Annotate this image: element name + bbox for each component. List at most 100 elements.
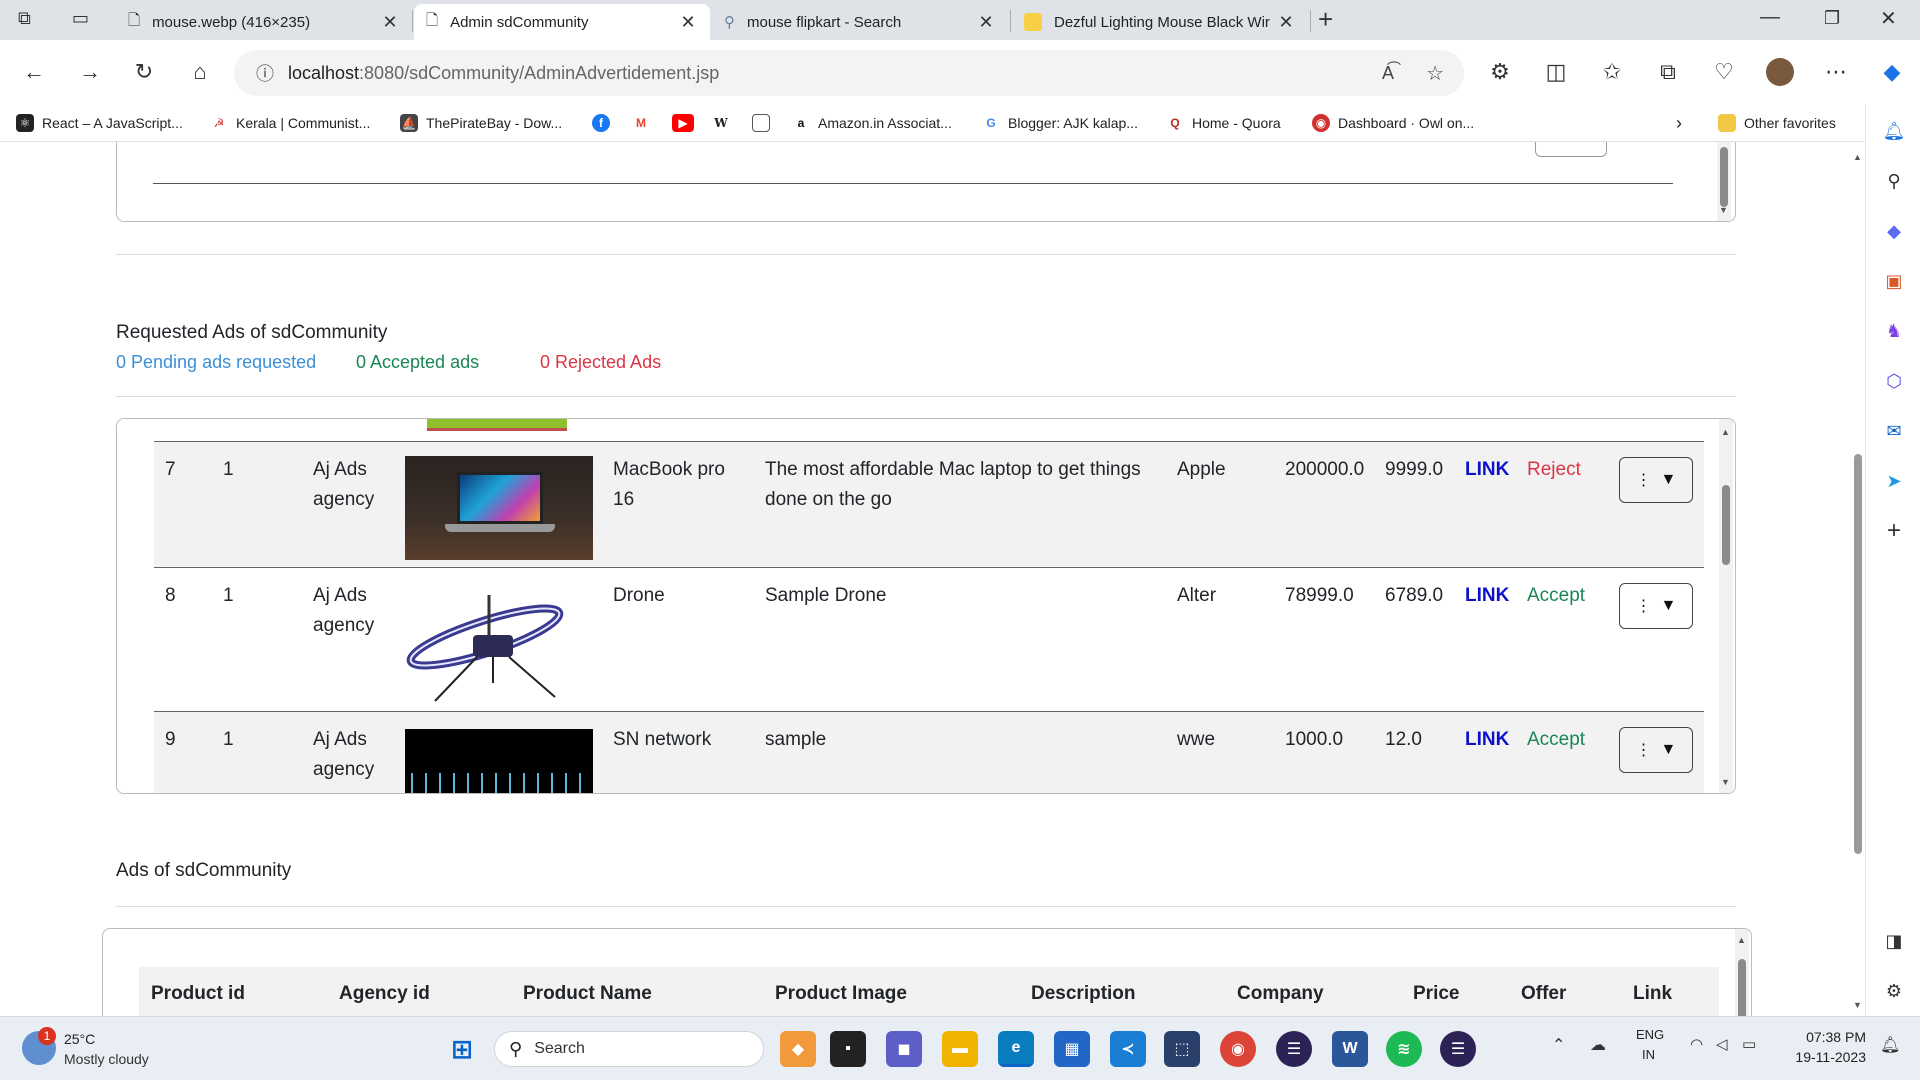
requested-table-scrollbar[interactable]: ▲ ▼ — [1719, 419, 1733, 793]
chrome-icon[interactable]: ◉ — [1220, 1031, 1256, 1067]
close-tab-icon[interactable]: ✕ — [1276, 12, 1296, 33]
tab-actions-icon[interactable]: ▭ — [72, 8, 100, 36]
tab-mouse-webp[interactable]: 🗋 mouse.webp (416×235) ✕ — [116, 4, 412, 40]
bookmark-youtube[interactable]: ▶ — [672, 112, 702, 134]
other-favorites[interactable]: Other favorites — [1718, 112, 1836, 134]
bookmark-gmail[interactable]: M — [632, 112, 658, 134]
bookmarks-overflow-icon[interactable]: › — [1676, 112, 1682, 134]
edge-icon[interactable]: e — [998, 1031, 1034, 1067]
url-text[interactable]: localhost:8080/sdCommunity/AdminAdvertid… — [288, 63, 719, 84]
browser-essentials-icon[interactable]: ♡ — [1702, 50, 1746, 94]
sidebar-panel-icon[interactable]: ◨ — [1881, 928, 1907, 954]
teams-icon[interactable]: ◼ — [886, 1031, 922, 1067]
copilot-preview-icon[interactable]: ◆ — [780, 1031, 816, 1067]
accept-button[interactable]: Accept — [1527, 725, 1585, 755]
header-agency-id: Agency id — [339, 983, 430, 1004]
split-screen-icon[interactable]: ◫ — [1534, 50, 1578, 94]
favorites-icon[interactable]: ✩ — [1590, 50, 1634, 94]
bookmark-page[interactable] — [752, 112, 778, 134]
row-link[interactable]: LINK — [1465, 455, 1509, 485]
row-price: 1000.0 — [1285, 729, 1344, 750]
file-explorer-icon[interactable]: ▬ — [942, 1031, 978, 1067]
minimize-icon[interactable]: — — [1760, 6, 1780, 29]
accept-button[interactable]: Accept — [1527, 581, 1585, 611]
tab-mouse-flipkart-search[interactable]: ⚲ mouse flipkart - Search ✕ — [712, 4, 1008, 40]
bookmark-kerala[interactable]: ☭ Kerala | Communist... — [210, 112, 370, 134]
settings-icon[interactable]: ⚙ — [1881, 978, 1907, 1004]
bookmark-amazon[interactable]: a Amazon.in Associat... — [792, 112, 952, 134]
profile-avatar[interactable] — [1758, 50, 1802, 94]
ads-table-scrollbar[interactable]: ▲ — [1735, 929, 1749, 1016]
bookmark-quora[interactable]: Q Home - Quora — [1166, 112, 1281, 134]
eclipse-2-icon[interactable]: ☰ — [1440, 1031, 1476, 1067]
volume-icon[interactable]: ◁ — [1716, 1035, 1728, 1053]
collections-icon[interactable]: ⧉ — [1646, 50, 1690, 94]
store-icon[interactable]: ▦ — [1054, 1031, 1090, 1067]
notifications-bell-icon[interactable]: 🔔︎ — [1880, 1035, 1900, 1055]
row-link[interactable]: LINK — [1465, 581, 1509, 611]
tag-icon[interactable]: ◆ — [1881, 218, 1907, 244]
row-agency-id: 1 — [223, 729, 234, 750]
bookmark-blogger[interactable]: G Blogger: AJK kalap... — [982, 112, 1138, 134]
toolbox-icon[interactable]: ▣ — [1881, 268, 1907, 294]
close-window-icon[interactable]: ✕ — [1880, 6, 1897, 31]
row-actions-dropdown[interactable]: ⋮ ▼ — [1619, 457, 1693, 503]
language-eng[interactable]: ENG — [1636, 1027, 1664, 1042]
read-aloud-icon[interactable]: A͡ — [1382, 63, 1394, 84]
refresh-icon[interactable]: ↻ — [122, 50, 166, 94]
close-tab-icon[interactable]: ✕ — [976, 12, 996, 33]
new-tab-icon[interactable]: + — [1318, 4, 1333, 35]
wifi-icon[interactable]: ◠ — [1690, 1035, 1703, 1053]
onedrive-icon[interactable]: ☁ — [1590, 1035, 1606, 1055]
chess-icon[interactable]: ♞ — [1881, 318, 1907, 344]
close-tab-icon[interactable]: ✕ — [678, 12, 698, 33]
close-tab-icon[interactable]: ✕ — [380, 12, 400, 33]
top-card-scrollbar[interactable]: ▼ — [1717, 142, 1731, 221]
start-icon[interactable]: ⊞ — [444, 1031, 480, 1067]
add-icon[interactable]: + — [1881, 517, 1907, 544]
office-icon[interactable]: ⬡ — [1881, 368, 1907, 394]
battery-icon[interactable]: ▭ — [1742, 1035, 1756, 1053]
workspaces-icon[interactable]: ⧉ — [18, 8, 46, 36]
row-link[interactable]: LINK — [1465, 725, 1509, 755]
back-icon[interactable]: ← — [12, 50, 56, 94]
header-product-id: Product id — [151, 983, 245, 1004]
clock-time[interactable]: 07:38 PM — [1786, 1029, 1866, 1045]
word-icon[interactable]: W — [1332, 1031, 1368, 1067]
tab-dezful-mouse[interactable]: Dezful Lighting Mouse Black Wir ✕ — [1012, 4, 1308, 40]
row-actions-dropdown[interactable]: ⋮ ▼ — [1619, 727, 1693, 773]
copilot-icon[interactable]: ◆ — [1870, 50, 1914, 94]
bookmark-wikipedia[interactable]: W — [712, 112, 738, 134]
send-icon[interactable]: ➤ — [1881, 468, 1907, 494]
forward-icon[interactable]: → — [68, 50, 112, 94]
tray-chevron-icon[interactable]: ⌃ — [1552, 1035, 1565, 1055]
product-image-sn-network — [405, 729, 593, 793]
bookmark-owl[interactable]: ◉ Dashboard · Owl on... — [1312, 112, 1474, 134]
extensions-icon[interactable]: ⚙ — [1478, 50, 1522, 94]
vscode-icon[interactable]: ≺ — [1110, 1031, 1146, 1067]
search-icon[interactable]: ⚲ — [1881, 168, 1907, 194]
taskbar-search[interactable]: ⚲ Search — [494, 1031, 764, 1067]
row-actions-dropdown[interactable]: ⋮ ▼ — [1619, 583, 1693, 629]
home-icon[interactable]: ⌂ — [178, 50, 222, 94]
site-info-icon[interactable]: ⓘ — [256, 60, 274, 86]
reject-button[interactable]: Reject — [1527, 455, 1581, 485]
header-description: Description — [1031, 983, 1136, 1004]
action-dropdown-partial[interactable] — [1535, 142, 1607, 157]
bookmark-react[interactable]: ⚛ React – A JavaScript... — [16, 112, 183, 134]
netbeans-icon[interactable]: ⬚ — [1164, 1031, 1200, 1067]
bell-icon[interactable]: 🔔︎ — [1881, 118, 1907, 144]
outlook-icon[interactable]: ✉ — [1881, 418, 1907, 444]
bookmark-piratebay[interactable]: ⛵ ThePirateBay - Dow... — [400, 112, 562, 134]
eclipse-icon[interactable]: ☰ — [1276, 1031, 1312, 1067]
address-bar[interactable]: ⓘ localhost:8080/sdCommunity/AdminAdvert… — [234, 50, 1464, 96]
bookmark-facebook[interactable]: f — [592, 112, 618, 134]
row-offer: 6789.0 — [1385, 585, 1444, 606]
favorite-star-icon[interactable]: ☆ — [1426, 61, 1444, 86]
restore-icon[interactable]: ❐ — [1824, 8, 1840, 29]
task-view-icon[interactable]: ▪ — [830, 1031, 866, 1067]
page-scrollbar[interactable]: ▲ ▼ — [1850, 142, 1865, 1016]
tab-admin-sdcommunity[interactable]: 🗋 Admin sdCommunity ✕ — [414, 4, 710, 40]
more-options-icon[interactable]: ⋯ — [1814, 50, 1858, 94]
spotify-icon[interactable]: ≋ — [1386, 1031, 1422, 1067]
